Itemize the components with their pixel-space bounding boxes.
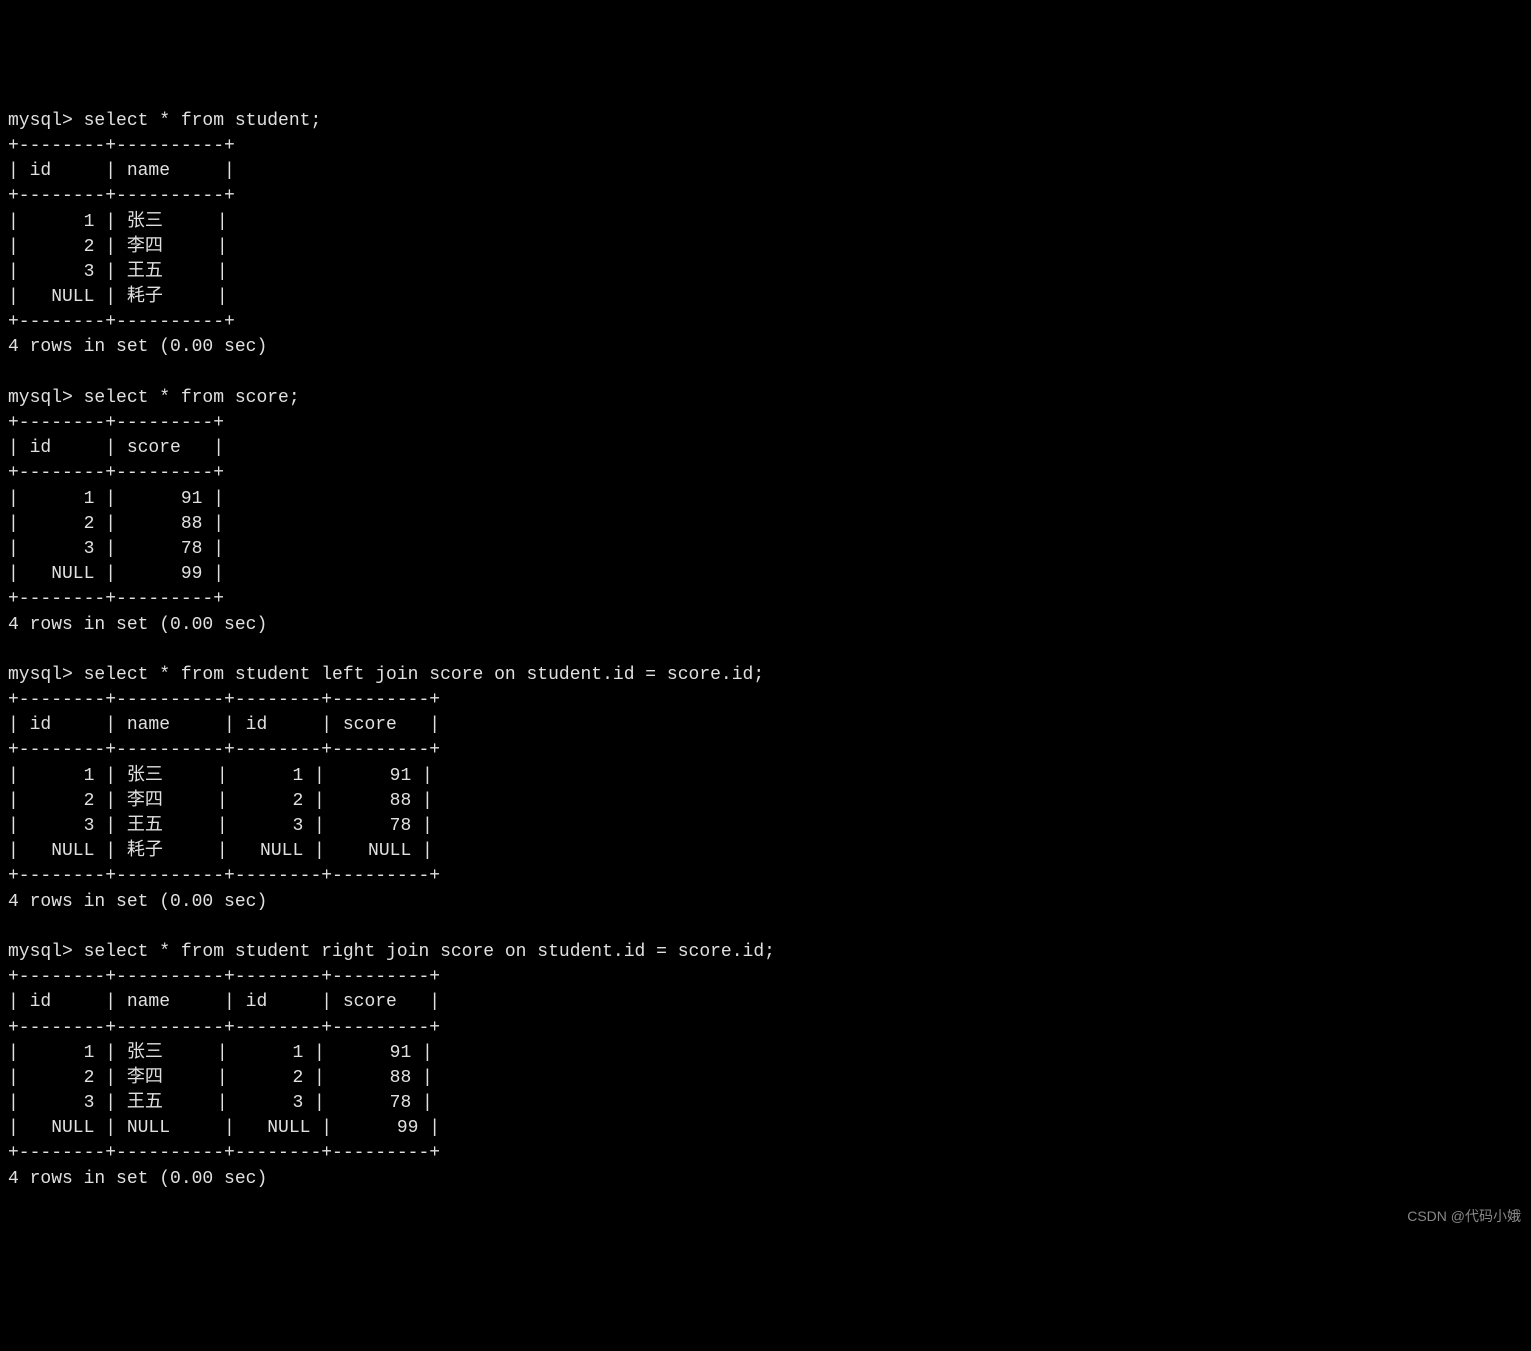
mysql-terminal-output: mysql> select * from student; +--------+… xyxy=(8,109,1523,1192)
watermark: CSDN @代码小娥 xyxy=(1407,1207,1521,1227)
